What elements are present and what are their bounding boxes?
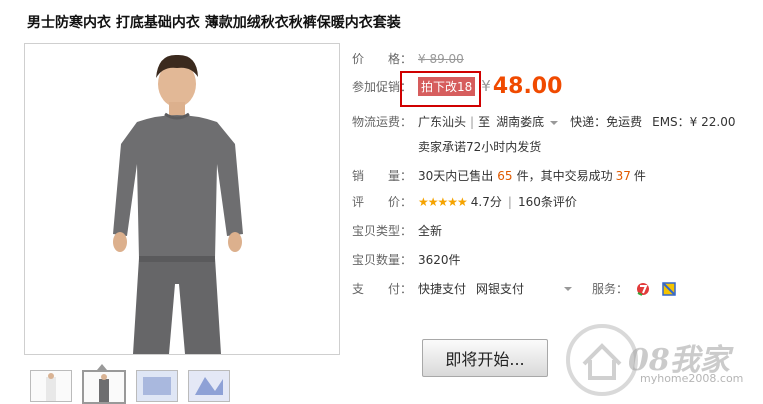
shipping-promise-text: 卖家承诺72小时内发货 xyxy=(418,140,542,154)
shipping-destination-select[interactable]: 湖南娄底 xyxy=(496,113,559,130)
shipping-destination: 湖南娄底 xyxy=(496,115,545,129)
payment-more-chevron-icon[interactable] xyxy=(564,286,573,291)
shipping-row: 物流运费： 广东汕头 | 至 湖南娄底 快递：免运费 EMS：¥ 22.00 xyxy=(352,113,735,130)
sales-label: 销 量： xyxy=(352,169,413,183)
thumbnail-3[interactable] xyxy=(136,370,178,402)
seven-day-return-icon[interactable] xyxy=(636,282,650,296)
coming-soon-button[interactable]: 即将开始... xyxy=(422,339,548,377)
price-label: 价 格： xyxy=(352,52,413,66)
shipping-promise: 卖家承诺72小时内发货 xyxy=(418,138,541,155)
payment-quick: 快捷支付 xyxy=(418,282,467,296)
highlight-box xyxy=(400,71,481,107)
promo-price: 48.00 xyxy=(492,73,563,99)
payment-bank: 网银支付 xyxy=(476,282,525,296)
model-photo xyxy=(25,44,339,354)
promo-yen: ¥ xyxy=(481,77,491,95)
rating-stars: ★★★★★ xyxy=(418,194,468,209)
sales-unit-2: 件 xyxy=(633,169,646,183)
thumbnail-4[interactable] xyxy=(188,370,230,402)
sales-row: 销 量： 30天内已售出 65 件，其中交易成功 37 件 xyxy=(352,167,646,184)
type-row: 宝贝类型： 全新 xyxy=(352,222,442,239)
shipping-to-prefix: 至 xyxy=(478,115,491,129)
type-value: 全新 xyxy=(418,224,443,238)
quantity-row: 宝贝数量： 3620件 xyxy=(352,251,461,268)
payment-row: 支 付： 快捷支付 网银支付 服务： xyxy=(352,280,676,297)
product-main-image[interactable] xyxy=(24,43,340,355)
product-title: 男士防寒内衣 打底基础内衣 薄款加绒秋衣秋裤保暖内衣套装 xyxy=(27,15,401,31)
shipping-label: 物流运费： xyxy=(352,115,413,129)
watermark-url: myhome2008.com xyxy=(640,372,744,385)
rating-count-link[interactable]: 160条评价 xyxy=(518,193,577,210)
shipping-divider: | xyxy=(470,114,475,129)
thumbnail-2[interactable] xyxy=(82,370,126,404)
rating-score: 4.7分 xyxy=(470,195,502,209)
success-count: 37 xyxy=(615,168,631,183)
price-row: 价 格： ¥ 89.00 xyxy=(352,50,464,67)
chevron-down-icon xyxy=(550,120,559,125)
service-label: 服务： xyxy=(592,282,629,296)
thumbnail-selected-pointer xyxy=(97,364,107,370)
thumbnail-strip xyxy=(30,370,230,404)
payment-label: 支 付： xyxy=(352,282,413,296)
type-label: 宝贝类型： xyxy=(352,224,413,238)
rating-row: 评 价： ★★★★★ 4.7分 | 160条评价 xyxy=(352,193,577,210)
original-price: ¥ 89.00 xyxy=(418,51,464,66)
ems-fee: EMS：¥ 22.00 xyxy=(652,115,736,129)
quantity-label: 宝贝数量： xyxy=(352,253,413,267)
quantity-value: 3620件 xyxy=(418,253,461,267)
quality-guarantee-icon[interactable] xyxy=(662,281,676,296)
rating-label: 评 价： xyxy=(352,195,413,209)
sales-unit-1: 件，其中交易成功 xyxy=(516,169,613,183)
sold-count: 65 xyxy=(497,168,513,183)
thumbnail-1[interactable] xyxy=(30,370,72,402)
sales-prefix: 30天内已售出 xyxy=(418,169,494,183)
shipping-from: 广东汕头 xyxy=(418,115,467,129)
express-fee: 快递：免运费 xyxy=(570,115,643,129)
rating-divider: | xyxy=(507,194,512,209)
